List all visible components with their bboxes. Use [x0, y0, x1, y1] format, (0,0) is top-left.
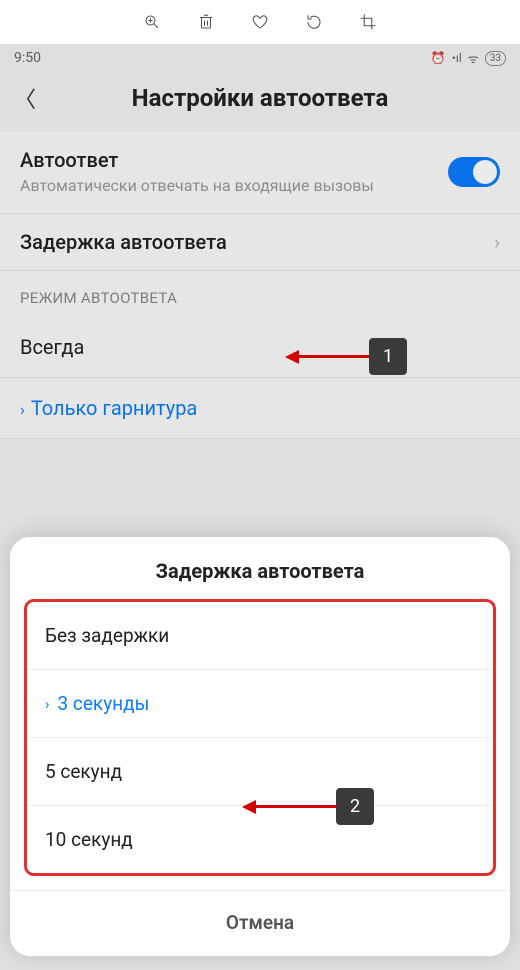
modal-backdrop[interactable]: Задержка автоответа Без задержки › 3 сек… — [0, 44, 520, 970]
modal-title: Задержка автоответа — [10, 537, 510, 599]
delay-option-10sec[interactable]: 10 секунд — [27, 806, 493, 873]
rotate-icon[interactable] — [305, 13, 323, 31]
trash-icon[interactable] — [197, 13, 215, 31]
zoom-icon[interactable] — [143, 13, 161, 31]
delay-modal: Задержка автоответа Без задержки › 3 сек… — [10, 537, 510, 956]
modal-options-highlight: Без задержки › 3 секунды 5 секунд 10 сек… — [24, 599, 496, 876]
delay-option-5sec[interactable]: 5 секунд — [27, 738, 493, 806]
delay-option-none-label: Без задержки — [45, 624, 169, 647]
delay-option-3sec-label: 3 секунды — [58, 692, 150, 715]
editor-toolbar — [0, 0, 520, 44]
crop-icon[interactable] — [359, 13, 377, 31]
delay-option-10sec-label: 10 секунд — [45, 828, 133, 851]
delay-option-5sec-label: 5 секунд — [45, 760, 122, 783]
delay-option-none[interactable]: Без задержки — [27, 602, 493, 670]
delay-option-3sec[interactable]: › 3 секунды — [27, 670, 493, 738]
screenshot-area: 9:50 ⏰ •ıl ᯤ 33 〈 Настройки автоответа А… — [0, 44, 520, 970]
modal-cancel-button[interactable]: Отмена — [10, 890, 510, 956]
heart-icon[interactable] — [251, 13, 269, 31]
chevron-right-icon: › — [45, 695, 50, 713]
